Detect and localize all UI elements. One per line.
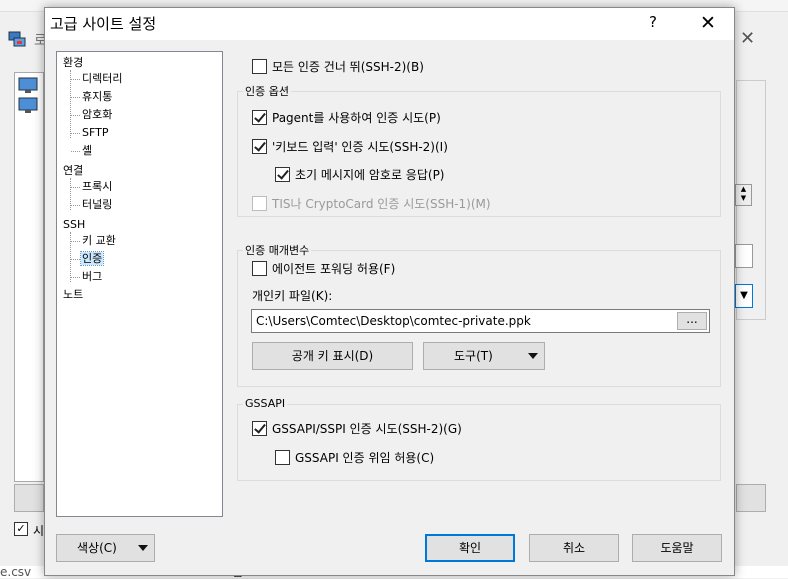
advanced-site-settings-dialog: 고급 사이트 설정 ? ✕ 환경 디렉터리 휴지통 암호화 SFTP 셸 연결 …: [44, 7, 735, 576]
tree-connector: [71, 277, 80, 278]
tools-dropdown-button[interactable]: 도구(T): [423, 342, 545, 370]
tree-connector: [70, 70, 71, 138]
tree-item-connection[interactable]: 연결: [63, 164, 83, 178]
background-close-icon[interactable]: ✕: [740, 28, 755, 49]
background-button[interactable]: [736, 484, 766, 512]
tree-item-key-exchange[interactable]: 키 교환: [82, 234, 116, 248]
tree-item-encryption[interactable]: 암호화: [82, 108, 112, 122]
gssapi-delegation-label: GSSAPI 인증 위임 허용(C): [295, 451, 435, 465]
bypass-auth-checkbox[interactable]: [252, 59, 267, 74]
close-icon[interactable]: ✕: [693, 10, 723, 36]
tree-connector: [71, 97, 80, 98]
initial-message-password-checkbox[interactable]: [275, 167, 290, 182]
auth-options-group-label: 인증 옵션: [243, 85, 291, 98]
site-manager-icon: [8, 31, 26, 47]
help-icon[interactable]: ?: [643, 13, 663, 31]
tree-item-proxy[interactable]: 프록시: [82, 180, 112, 194]
tree-item-recycle-bin[interactable]: 휴지통: [82, 90, 112, 104]
background-checkbox-label: 시: [33, 524, 45, 538]
tree-connector: [71, 259, 80, 260]
chevron-down-icon: [138, 545, 148, 551]
pagent-auth-checkbox[interactable]: [252, 110, 267, 125]
private-key-label: 개인키 파일(K):: [252, 289, 333, 303]
keyboard-interactive-label: '키보드 입력' 인증 시도(SSH-2)(I): [272, 140, 448, 154]
pagent-auth-label: Pagent를 사용하여 인증 시도(P): [272, 111, 441, 125]
category-tree[interactable]: 환경 디렉터리 휴지통 암호화 SFTP 셸 연결 프록시 터널링 SSH 키 …: [56, 51, 223, 517]
color-dropdown-button[interactable]: 색상(C): [56, 534, 155, 562]
gssapi-sspi-label: GSSAPI/SSPI 인증 시도(SSH-2)(G): [272, 422, 462, 436]
agent-forwarding-label: 에이전트 포워딩 허용(F): [272, 262, 396, 276]
private-key-path-input[interactable]: C:\Users\Comtec\Desktop\comtec-private.p…: [251, 309, 710, 333]
tree-item-bugs[interactable]: 버그: [82, 270, 102, 284]
file-name-fragment: e.csv: [0, 565, 32, 579]
chevron-down-icon: [528, 353, 538, 359]
computer-icon: [18, 77, 38, 93]
gssapi-group: [237, 404, 721, 481]
ok-button[interactable]: 확인: [425, 534, 515, 562]
tree-item-notes[interactable]: 노트: [63, 288, 83, 302]
initial-message-password-label: 초기 메시지에 암호로 응답(P): [295, 168, 445, 182]
tree-item-tunneling[interactable]: 터널링: [82, 198, 112, 212]
dialog-titlebar: 고급 사이트 설정 ? ✕: [45, 8, 734, 40]
bypass-auth-label: 모든 인증 건너 뛰(SSH-2)(B): [272, 60, 424, 74]
tree-connector: [71, 205, 80, 206]
private-key-path-value: C:\Users\Comtec\Desktop\comtec-private.p…: [256, 314, 531, 328]
background-field[interactable]: [735, 244, 753, 268]
computer-icon: [18, 97, 38, 113]
background-checkbox[interactable]: ✓: [14, 522, 28, 536]
help-button[interactable]: 도움말: [632, 534, 722, 562]
tree-connector: [71, 151, 80, 152]
background-button[interactable]: [14, 484, 44, 512]
tree-connector: [71, 79, 80, 80]
tis-cryptocard-checkbox[interactable]: [252, 196, 267, 211]
tree-connector: [71, 133, 80, 134]
agent-forwarding-checkbox[interactable]: [252, 261, 267, 276]
tree-item-shell[interactable]: 셸: [82, 144, 92, 158]
gssapi-delegation-checkbox[interactable]: [275, 450, 290, 465]
gssapi-sspi-checkbox[interactable]: [252, 421, 267, 436]
tree-item-directory[interactable]: 디렉터리: [82, 72, 122, 86]
keyboard-interactive-checkbox[interactable]: [252, 139, 267, 154]
tree-connector: [71, 241, 80, 242]
tree-item-sftp[interactable]: SFTP: [82, 126, 108, 140]
tree-item-ssh[interactable]: SSH: [63, 218, 85, 232]
dialog-title: 고급 사이트 설정: [50, 15, 157, 33]
cancel-button[interactable]: 취소: [529, 534, 619, 562]
background-dropdown-chevron-icon[interactable]: ▼: [735, 284, 753, 308]
browse-button[interactable]: ...: [677, 312, 707, 330]
color-label: 색상(C): [77, 541, 117, 555]
tree-connector: [70, 232, 71, 282]
authentication-panel: 모든 인증 건너 뛰(SSH-2)(B) 인증 옵션 Pagent를 사용하여 …: [234, 51, 724, 517]
auth-params-group-label: 인증 매개변수: [243, 244, 312, 257]
tools-label: 도구(T): [454, 349, 493, 363]
tree-connector: [71, 115, 80, 116]
gssapi-group-label: GSSAPI: [243, 397, 288, 410]
tree-connector: [71, 187, 80, 188]
background-site-tree[interactable]: [14, 72, 44, 482]
tree-item-environment[interactable]: 환경: [63, 56, 83, 70]
tis-cryptocard-label: TIS나 CryptoCard 인증 시도(SSH-1)(M): [272, 197, 491, 211]
tree-item-authentication[interactable]: 인증: [79, 251, 105, 266]
background-spinner[interactable]: ▲ ▼: [735, 184, 752, 206]
show-public-key-button[interactable]: 공개 키 표시(D): [252, 342, 413, 370]
